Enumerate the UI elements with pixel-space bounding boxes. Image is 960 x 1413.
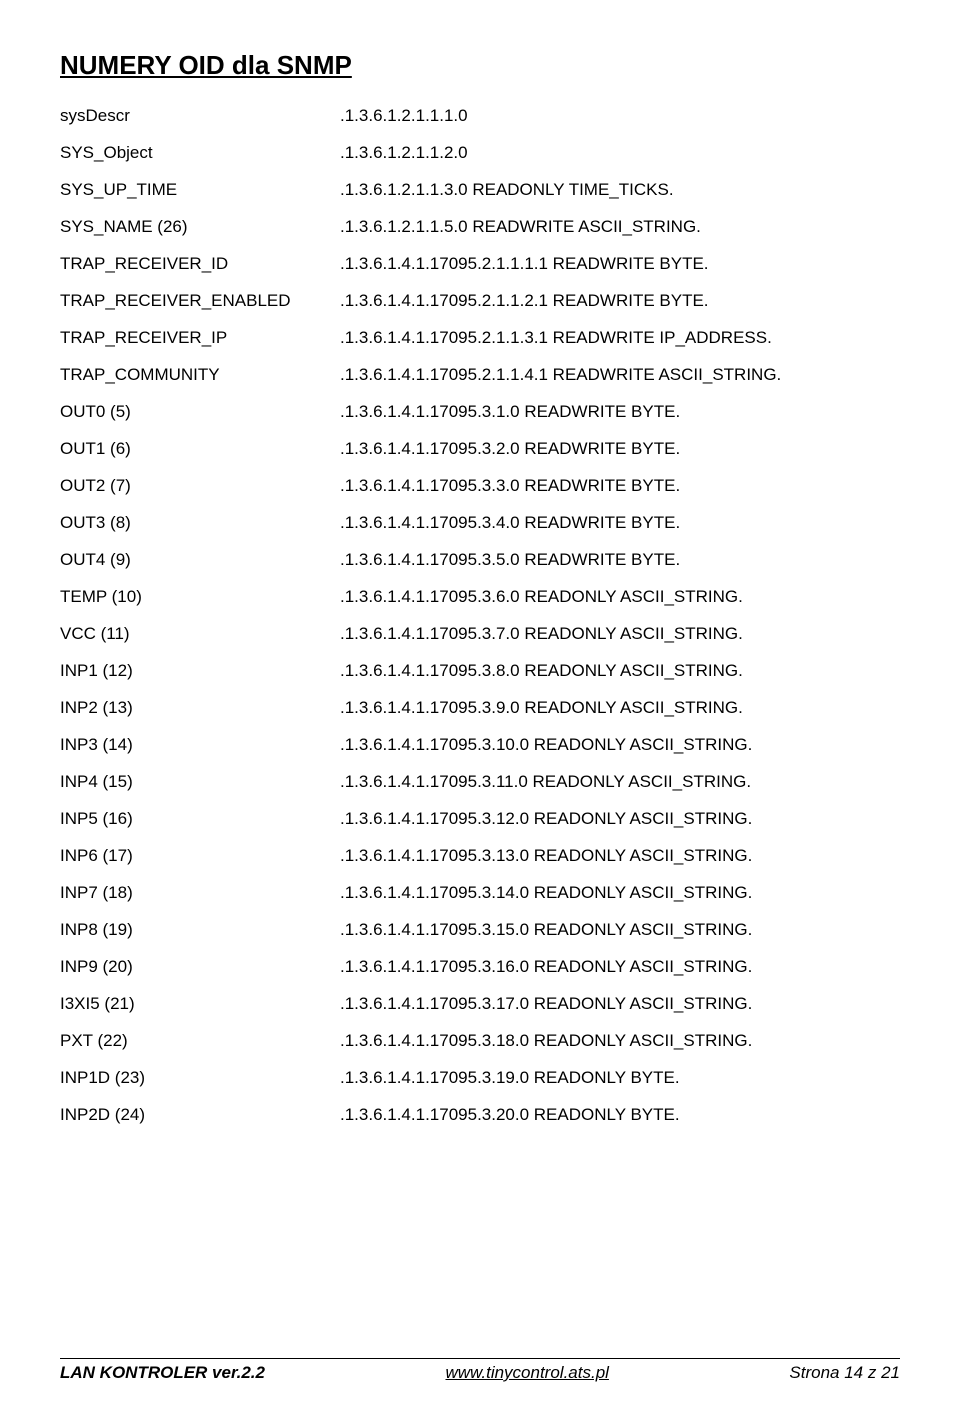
oid-value: .1.3.6.1.4.1.17095.3.7.0 READONLY ASCII_… xyxy=(340,624,900,644)
oid-row: INP1 (12).1.3.6.1.4.1.17095.3.8.0 READON… xyxy=(60,661,900,681)
oid-row: OUT2 (7).1.3.6.1.4.1.17095.3.3.0 READWRI… xyxy=(60,476,900,496)
footer-link[interactable]: www.tinycontrol.ats.pl xyxy=(445,1363,608,1383)
oid-row: INP9 (20).1.3.6.1.4.1.17095.3.16.0 READO… xyxy=(60,957,900,977)
footer-product: LAN KONTROLER ver.2.2 xyxy=(60,1363,265,1383)
oid-label: INP4 (15) xyxy=(60,772,340,792)
oid-row: INP2D (24).1.3.6.1.4.1.17095.3.20.0 READ… xyxy=(60,1105,900,1125)
oid-label: TRAP_RECEIVER_ENABLED xyxy=(60,291,340,311)
oid-value: .1.3.6.1.4.1.17095.2.1.1.3.1 READWRITE I… xyxy=(340,328,900,348)
oid-label: INP2 (13) xyxy=(60,698,340,718)
oid-row: TRAP_RECEIVER_ENABLED.1.3.6.1.4.1.17095.… xyxy=(60,291,900,311)
oid-value: .1.3.6.1.4.1.17095.2.1.1.1.1 READWRITE B… xyxy=(340,254,900,274)
oid-row: INP2 (13).1.3.6.1.4.1.17095.3.9.0 READON… xyxy=(60,698,900,718)
oid-value: .1.3.6.1.4.1.17095.3.14.0 READONLY ASCII… xyxy=(340,883,900,903)
oid-value: .1.3.6.1.2.1.1.1.0 xyxy=(340,106,900,126)
oid-row: TRAP_RECEIVER_ID.1.3.6.1.4.1.17095.2.1.1… xyxy=(60,254,900,274)
oid-label: INP1 (12) xyxy=(60,661,340,681)
oid-label: I3XI5 (21) xyxy=(60,994,340,1014)
oid-value: .1.3.6.1.4.1.17095.2.1.1.4.1 READWRITE A… xyxy=(340,365,900,385)
oid-value: .1.3.6.1.4.1.17095.3.17.0 READONLY ASCII… xyxy=(340,994,900,1014)
oid-label: SYS_Object xyxy=(60,143,340,163)
oid-value: .1.3.6.1.4.1.17095.3.12.0 READONLY ASCII… xyxy=(340,809,900,829)
oid-value: .1.3.6.1.4.1.17095.3.9.0 READONLY ASCII_… xyxy=(340,698,900,718)
oid-label: INP2D (24) xyxy=(60,1105,340,1125)
oid-value: .1.3.6.1.4.1.17095.3.20.0 READONLY BYTE. xyxy=(340,1105,900,1125)
oid-label: VCC (11) xyxy=(60,624,340,644)
oid-value: .1.3.6.1.4.1.17095.3.19.0 READONLY BYTE. xyxy=(340,1068,900,1088)
oid-value: .1.3.6.1.4.1.17095.3.10.0 READONLY ASCII… xyxy=(340,735,900,755)
oid-value: .1.3.6.1.4.1.17095.3.8.0 READONLY ASCII_… xyxy=(340,661,900,681)
oid-row: INP3 (14).1.3.6.1.4.1.17095.3.10.0 READO… xyxy=(60,735,900,755)
oid-row: VCC (11).1.3.6.1.4.1.17095.3.7.0 READONL… xyxy=(60,624,900,644)
footer-page: Strona 14 z 21 xyxy=(789,1363,900,1383)
oid-label: TEMP (10) xyxy=(60,587,340,607)
oid-row: TEMP (10).1.3.6.1.4.1.17095.3.6.0 READON… xyxy=(60,587,900,607)
oid-label: SYS_UP_TIME xyxy=(60,180,340,200)
oid-table: sysDescr.1.3.6.1.2.1.1.1.0SYS_Object.1.3… xyxy=(60,106,900,1125)
oid-row: INP1D (23).1.3.6.1.4.1.17095.3.19.0 READ… xyxy=(60,1068,900,1088)
oid-value: .1.3.6.1.4.1.17095.3.5.0 READWRITE BYTE. xyxy=(340,550,900,570)
oid-value: .1.3.6.1.4.1.17095.3.1.0 READWRITE BYTE. xyxy=(340,402,900,422)
oid-value: .1.3.6.1.4.1.17095.3.18.0 READONLY ASCII… xyxy=(340,1031,900,1051)
oid-row: sysDescr.1.3.6.1.2.1.1.1.0 xyxy=(60,106,900,126)
oid-label: PXT (22) xyxy=(60,1031,340,1051)
oid-label: sysDescr xyxy=(60,106,340,126)
oid-value: .1.3.6.1.4.1.17095.3.4.0 READWRITE BYTE. xyxy=(340,513,900,533)
oid-value: .1.3.6.1.4.1.17095.3.16.0 READONLY ASCII… xyxy=(340,957,900,977)
oid-label: INP3 (14) xyxy=(60,735,340,755)
oid-label: TRAP_RECEIVER_ID xyxy=(60,254,340,274)
page-title: NUMERY OID dla SNMP xyxy=(60,50,900,81)
oid-value: .1.3.6.1.2.1.1.2.0 xyxy=(340,143,900,163)
oid-row: INP8 (19).1.3.6.1.4.1.17095.3.15.0 READO… xyxy=(60,920,900,940)
oid-label: OUT1 (6) xyxy=(60,439,340,459)
oid-row: OUT0 (5).1.3.6.1.4.1.17095.3.1.0 READWRI… xyxy=(60,402,900,422)
oid-value: .1.3.6.1.4.1.17095.3.3.0 READWRITE BYTE. xyxy=(340,476,900,496)
oid-label: INP6 (17) xyxy=(60,846,340,866)
oid-label: INP1D (23) xyxy=(60,1068,340,1088)
oid-value: .1.3.6.1.4.1.17095.2.1.1.2.1 READWRITE B… xyxy=(340,291,900,311)
oid-value: .1.3.6.1.4.1.17095.3.6.0 READONLY ASCII_… xyxy=(340,587,900,607)
oid-row: OUT1 (6).1.3.6.1.4.1.17095.3.2.0 READWRI… xyxy=(60,439,900,459)
oid-label: OUT0 (5) xyxy=(60,402,340,422)
oid-label: INP7 (18) xyxy=(60,883,340,903)
page-footer: LAN KONTROLER ver.2.2 www.tinycontrol.at… xyxy=(60,1358,900,1383)
oid-label: INP5 (16) xyxy=(60,809,340,829)
oid-row: PXT (22).1.3.6.1.4.1.17095.3.18.0 READON… xyxy=(60,1031,900,1051)
oid-row: OUT4 (9).1.3.6.1.4.1.17095.3.5.0 READWRI… xyxy=(60,550,900,570)
oid-label: TRAP_COMMUNITY xyxy=(60,365,340,385)
oid-row: INP6 (17).1.3.6.1.4.1.17095.3.13.0 READO… xyxy=(60,846,900,866)
oid-label: SYS_NAME (26) xyxy=(60,217,340,237)
oid-label: OUT3 (8) xyxy=(60,513,340,533)
oid-value: .1.3.6.1.4.1.17095.3.13.0 READONLY ASCII… xyxy=(340,846,900,866)
oid-row: OUT3 (8).1.3.6.1.4.1.17095.3.4.0 READWRI… xyxy=(60,513,900,533)
oid-row: TRAP_RECEIVER_IP.1.3.6.1.4.1.17095.2.1.1… xyxy=(60,328,900,348)
oid-value: .1.3.6.1.2.1.1.5.0 READWRITE ASCII_STRIN… xyxy=(340,217,900,237)
oid-value: .1.3.6.1.4.1.17095.3.2.0 READWRITE BYTE. xyxy=(340,439,900,459)
oid-value: .1.3.6.1.2.1.1.3.0 READONLY TIME_TICKS. xyxy=(340,180,900,200)
oid-row: INP7 (18).1.3.6.1.4.1.17095.3.14.0 READO… xyxy=(60,883,900,903)
oid-row: SYS_NAME (26).1.3.6.1.2.1.1.5.0 READWRIT… xyxy=(60,217,900,237)
oid-label: INP8 (19) xyxy=(60,920,340,940)
oid-label: OUT4 (9) xyxy=(60,550,340,570)
oid-row: INP4 (15).1.3.6.1.4.1.17095.3.11.0 READO… xyxy=(60,772,900,792)
oid-row: INP5 (16).1.3.6.1.4.1.17095.3.12.0 READO… xyxy=(60,809,900,829)
oid-label: TRAP_RECEIVER_IP xyxy=(60,328,340,348)
oid-row: SYS_Object.1.3.6.1.2.1.1.2.0 xyxy=(60,143,900,163)
oid-row: TRAP_COMMUNITY.1.3.6.1.4.1.17095.2.1.1.4… xyxy=(60,365,900,385)
oid-row: SYS_UP_TIME.1.3.6.1.2.1.1.3.0 READONLY T… xyxy=(60,180,900,200)
oid-label: OUT2 (7) xyxy=(60,476,340,496)
oid-label: INP9 (20) xyxy=(60,957,340,977)
oid-value: .1.3.6.1.4.1.17095.3.11.0 READONLY ASCII… xyxy=(340,772,900,792)
oid-value: .1.3.6.1.4.1.17095.3.15.0 READONLY ASCII… xyxy=(340,920,900,940)
oid-row: I3XI5 (21).1.3.6.1.4.1.17095.3.17.0 READ… xyxy=(60,994,900,1014)
